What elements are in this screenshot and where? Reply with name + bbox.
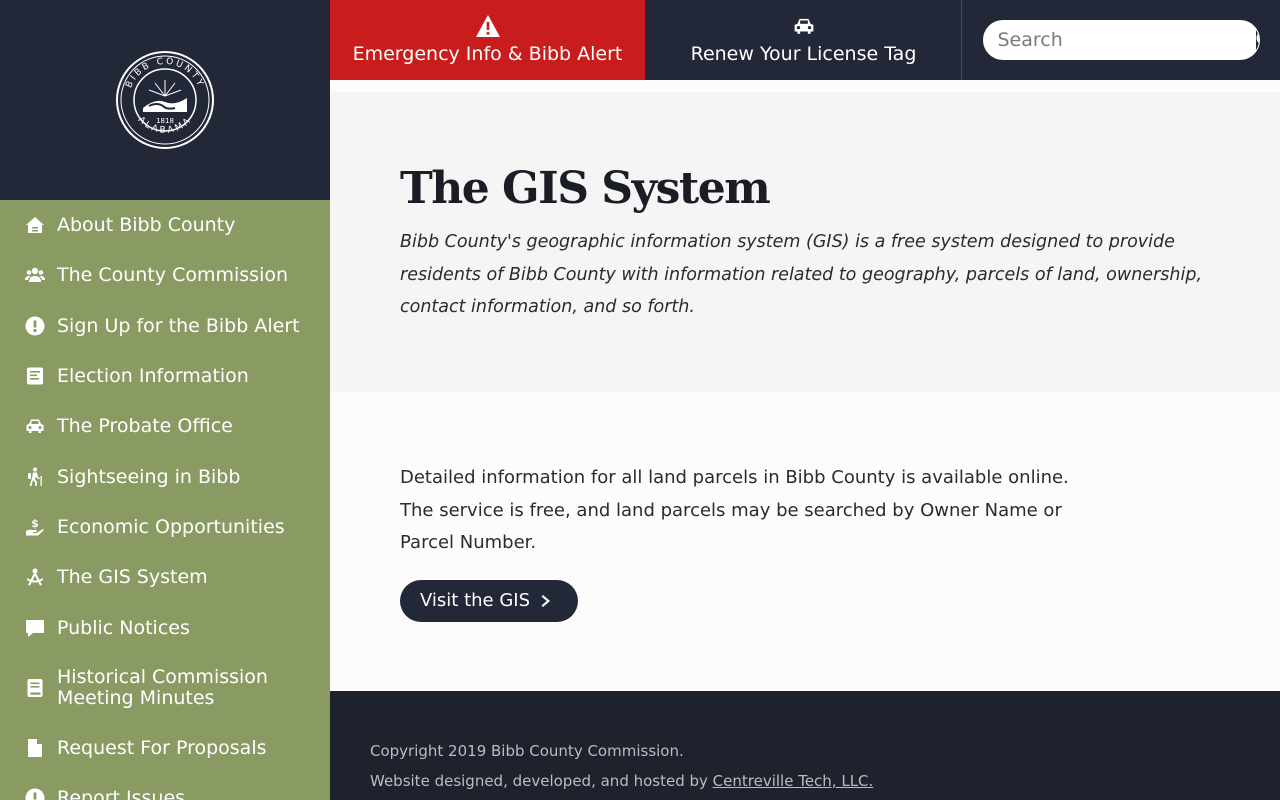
exclamation-circle-icon bbox=[22, 787, 48, 800]
sidebar-item-label: Historical Commission Meeting Minutes bbox=[57, 665, 268, 709]
search-input[interactable] bbox=[983, 21, 1255, 59]
search-area bbox=[962, 0, 1280, 80]
users-icon bbox=[22, 264, 48, 286]
sidebar-item-label: Public Notices bbox=[57, 616, 190, 639]
svg-text:1818: 1818 bbox=[156, 117, 174, 125]
sidebar-item-label: The County Commission bbox=[57, 264, 289, 287]
site-footer: Copyright 2019 Bibb County Commission. W… bbox=[330, 691, 1280, 800]
sidebar-nav: About Bibb County The County Commission … bbox=[0, 200, 330, 800]
credit-prefix: Website designed, developed, and hosted … bbox=[370, 772, 713, 790]
search-icon bbox=[1256, 32, 1259, 44]
sidebar-item-gis[interactable]: The GIS System bbox=[0, 552, 330, 602]
sidebar-item-county-commission[interactable]: The County Commission bbox=[0, 250, 330, 300]
comment-icon bbox=[22, 617, 48, 639]
car-icon bbox=[22, 415, 48, 437]
sidebar-item-about[interactable]: About Bibb County bbox=[0, 200, 330, 250]
sidebar-item-label: Report Issues bbox=[57, 787, 186, 800]
search-form bbox=[982, 20, 1260, 60]
sidebar-item-label: Request For Proposals bbox=[57, 736, 267, 759]
county-seal-logo[interactable]: BIBB COUNTY ALABAMA 1818 bbox=[115, 50, 215, 150]
sidebar-header: BIBB COUNTY ALABAMA 1818 bbox=[0, 0, 330, 200]
sidebar-item-rfp[interactable]: Request For Proposals bbox=[0, 723, 330, 773]
drafting-compass-icon bbox=[22, 566, 48, 588]
sidebar-item-sightseeing[interactable]: Sightseeing in Bibb bbox=[0, 451, 330, 501]
sidebar-item-label: The Probate Office bbox=[57, 415, 233, 438]
search-button[interactable] bbox=[1254, 21, 1259, 59]
sidebar-item-label: Sign Up for the Bibb Alert bbox=[57, 314, 300, 337]
gis-description: Detailed information for all land parcel… bbox=[400, 467, 1069, 553]
page-title: The GIS System bbox=[400, 163, 771, 214]
emergency-alert-button[interactable]: Emergency Info & Bibb Alert bbox=[330, 0, 646, 80]
renew-license-tag-label: Renew Your License Tag bbox=[690, 43, 917, 65]
cabin-icon bbox=[22, 214, 48, 236]
sidebar-item-economic[interactable]: $ Economic Opportunities bbox=[0, 502, 330, 552]
sidebar-item-label: Election Information bbox=[57, 365, 249, 388]
car-icon bbox=[794, 18, 813, 34]
chevron-right-icon bbox=[541, 594, 551, 607]
book-icon bbox=[22, 677, 48, 699]
visit-gis-button[interactable]: Visit the GIS bbox=[400, 579, 579, 622]
sidebar-item-probate[interactable]: The Probate Office bbox=[0, 401, 330, 451]
main-content: Detailed information for all land parcel… bbox=[330, 392, 1280, 691]
svg-text:$: $ bbox=[31, 517, 39, 530]
renew-license-tag-button[interactable]: Renew Your License Tag bbox=[646, 0, 962, 80]
sidebar-item-report-issues[interactable]: Report Issues bbox=[0, 773, 330, 800]
hiking-icon bbox=[22, 466, 48, 488]
file-icon bbox=[22, 737, 48, 759]
copyright-text: Copyright 2019 Bibb County Commission. bbox=[370, 742, 684, 760]
page-intro: Bibb County's geographic information sys… bbox=[400, 232, 1203, 317]
top-bar: Emergency Info & Bibb Alert Renew Your L… bbox=[330, 0, 1280, 80]
sidebar-item-public-notices[interactable]: Public Notices bbox=[0, 602, 330, 652]
sidebar-item-label: About Bibb County bbox=[57, 214, 236, 237]
exclamation-circle-icon bbox=[22, 315, 48, 337]
emergency-alert-label: Emergency Info & Bibb Alert bbox=[352, 43, 623, 65]
developer-link[interactable]: Centreville Tech, LLC. bbox=[713, 772, 874, 790]
credit-text: Website designed, developed, and hosted … bbox=[370, 766, 1240, 796]
sidebar-item-historical-commission[interactable]: Historical Commission Meeting Minutes bbox=[0, 653, 330, 723]
sidebar-item-election[interactable]: Election Information bbox=[0, 351, 330, 401]
warning-triangle-icon bbox=[475, 15, 500, 37]
sidebar-item-label: Sightseeing in Bibb bbox=[57, 465, 241, 488]
hand-holding-dollar-icon: $ bbox=[22, 516, 48, 538]
visit-gis-label: Visit the GIS bbox=[420, 590, 531, 611]
sidebar: BIBB COUNTY ALABAMA 1818 About Bibb Coun… bbox=[0, 0, 330, 800]
sidebar-item-label: The GIS System bbox=[57, 566, 208, 589]
sidebar-item-bibb-alert[interactable]: Sign Up for the Bibb Alert bbox=[0, 301, 330, 351]
sidebar-item-label: Economic Opportunities bbox=[57, 515, 285, 538]
page-hero: The GIS System Bibb County's geographic … bbox=[330, 92, 1280, 392]
ballot-icon bbox=[22, 365, 48, 387]
